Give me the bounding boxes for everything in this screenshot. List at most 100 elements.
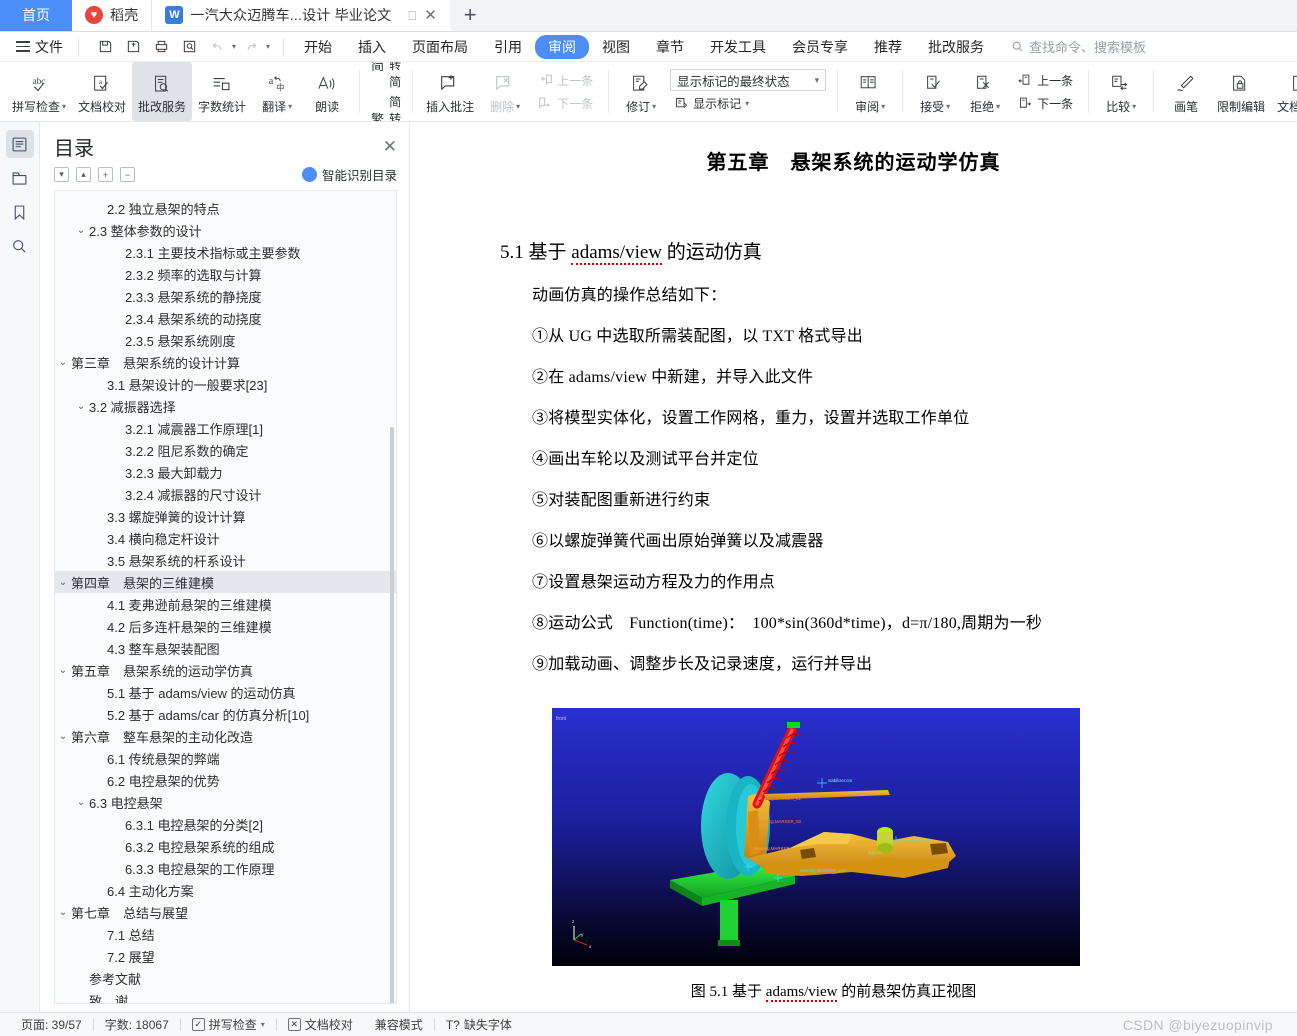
trad-to-simp-button[interactable]: 简 繁转简 [371, 62, 401, 90]
tab-member[interactable]: 会员专享 [779, 35, 861, 59]
redo-icon[interactable] [238, 36, 264, 58]
show-markup-button[interactable]: 显示标记 ▾ [670, 93, 826, 114]
present-icon[interactable]: ⎕ [408, 9, 416, 22]
save-icon[interactable] [92, 36, 118, 58]
outline-item[interactable]: 4.3 整车悬架装配图 [55, 637, 396, 659]
spell-check-status[interactable]: ✓ 拼写检查 ▾ [181, 1016, 276, 1033]
doc-proof-status[interactable]: ✕ 文档校对 [277, 1016, 364, 1033]
tab-page-layout[interactable]: 页面布局 [399, 35, 481, 59]
outline-item[interactable]: 致 谢 [55, 989, 396, 1004]
next-change-button[interactable]: 下一条 [1014, 93, 1077, 114]
outline-item[interactable]: 3.2.2 阻尼系数的确定 [55, 439, 396, 461]
outline-item[interactable]: 4.1 麦弗逊前悬架的三维建模 [55, 593, 396, 615]
outline-item[interactable]: 2.3.4 悬架系统的动挠度 [55, 307, 396, 329]
correction-service-button[interactable]: 批改服务 [132, 62, 193, 121]
search-icon[interactable] [6, 232, 34, 260]
outline-item[interactable]: 6.3.2 电控悬架系统的组成 [55, 835, 396, 857]
tab-view[interactable]: 视图 [589, 35, 643, 59]
collapse-down-button[interactable]: ▾ [54, 167, 69, 182]
outline-item[interactable]: 3.2.3 最大卸载力 [55, 461, 396, 483]
tab-document[interactable]: W 一汽大众迈腾车...设计 毕业论文 ⎕ ✕ [152, 0, 450, 31]
outline-item[interactable]: 参考文献 [55, 967, 396, 989]
compare-button[interactable]: 比较 ▾ [1096, 62, 1146, 121]
outline-item[interactable]: 6.3.1 电控悬架的分类[2] [55, 813, 396, 835]
outline-item[interactable]: 3.4 横向稳定杆设计 [55, 527, 396, 549]
insert-comment-button[interactable]: 插入批注 [420, 62, 480, 121]
outline-item[interactable]: 3.2.1 减震器工作原理[1] [55, 417, 396, 439]
print-icon[interactable] [148, 36, 174, 58]
bookmark-icon[interactable] [6, 198, 34, 226]
outline-item[interactable]: 6.4 主动化方案 [55, 879, 396, 901]
chevron-down-icon[interactable]: ⌄ [55, 357, 71, 368]
tab-references[interactable]: 引用 [481, 35, 535, 59]
outline-item[interactable]: ⌄ 第四章 悬架的三维建模 [55, 571, 396, 593]
undo-icon[interactable] [204, 36, 230, 58]
read-aloud-button[interactable]: 朗读 [302, 62, 352, 121]
tab-insert[interactable]: 插入 [345, 35, 399, 59]
outline-item[interactable]: 5.2 基于 adams/car 的仿真分析[10] [55, 703, 396, 725]
tab-chapter[interactable]: 章节 [643, 35, 697, 59]
smart-outline-button[interactable]: 智能识别目录 [301, 165, 397, 184]
chevron-down-icon[interactable]: ⌄ [73, 797, 89, 808]
command-search[interactable]: 查找命令、搜索模板 [1011, 37, 1146, 56]
simp-to-trad-button[interactable]: 繁 简转繁 [371, 93, 401, 121]
reject-button[interactable]: 拒绝 ▾ [960, 62, 1010, 121]
spell-check-button[interactable]: abc 拼写检查 ▾ [6, 62, 72, 121]
outline-icon[interactable] [5, 130, 34, 158]
chevron-down-icon[interactable]: ⌄ [55, 731, 71, 742]
outline-item[interactable]: 4.2 后多连杆悬架的三维建模 [55, 615, 396, 637]
compat-mode-status[interactable]: 兼容模式 [364, 1016, 434, 1033]
tab-review[interactable]: 审阅 [535, 34, 590, 59]
outline-item[interactable]: 3.5 悬架系统的杆系设计 [55, 549, 396, 571]
new-tab-button[interactable]: + [450, 3, 491, 26]
undo-caret-icon[interactable]: ▾ [232, 42, 236, 51]
outline-item[interactable]: 3.3 螺旋弹簧的设计计算 [55, 505, 396, 527]
outline-scrollbar[interactable] [390, 427, 394, 1003]
outline-item[interactable]: 2.3.3 悬架系统的静挠度 [55, 285, 396, 307]
outline-item[interactable]: ⌄ 第六章 整车悬架的主动化改造 [55, 725, 396, 747]
outline-item[interactable]: ⌄ 3.2 减振器选择 [55, 395, 396, 417]
doc-proof-button[interactable]: a 文档校对 [72, 62, 132, 121]
outline-close-icon[interactable]: ✕ [383, 138, 397, 155]
tab-correction-service[interactable]: 批改服务 [915, 35, 997, 59]
collapse-all-button[interactable]: − [120, 167, 135, 182]
outline-item[interactable]: ⌄ 第七章 总结与展望 [55, 901, 396, 923]
chevron-down-icon[interactable]: ⌄ [55, 907, 71, 918]
tab-start[interactable]: 开始 [291, 35, 345, 59]
word-count-indicator[interactable]: 字数: 18067 [94, 1016, 180, 1033]
outline-item[interactable]: 5.1 基于 adams/view 的运动仿真 [55, 681, 396, 703]
translate-button[interactable]: a 中 翻译 ▾ [252, 62, 302, 121]
tab-dev-tools[interactable]: 开发工具 [697, 35, 779, 59]
file-menu-button[interactable]: 文件 [8, 37, 71, 57]
close-icon[interactable]: ✕ [424, 8, 437, 23]
print-preview-icon[interactable] [176, 36, 202, 58]
save-as-icon[interactable] [120, 36, 146, 58]
outline-item[interactable]: ⌄ 第五章 悬架系统的运动学仿真 [55, 659, 396, 681]
tab-home[interactable]: 首页 [0, 0, 72, 31]
chevron-down-icon[interactable]: ⌄ [55, 665, 71, 676]
outline-item[interactable]: 2.3.2 频率的选取与计算 [55, 263, 396, 285]
markup-state-select[interactable]: 显示标记的最终状态 ▾ [670, 69, 827, 91]
outline-item[interactable]: ⌄ 6.3 电控悬架 [55, 791, 396, 813]
word-count-button[interactable]: 字数统计 [192, 62, 252, 121]
chevron-down-icon[interactable]: ⌄ [73, 225, 89, 236]
outline-item[interactable]: 3.2.4 减振器的尺寸设计 [55, 483, 396, 505]
tab-daoke[interactable]: ♥ 稻壳 [72, 0, 153, 31]
outline-list[interactable]: 2.2 独立悬架的特点 ⌄ 2.3 整体参数的设计 2.3.1 主要技术指标或主要参数… [54, 190, 397, 1004]
accept-button[interactable]: 接受 ▾ [910, 62, 960, 121]
delete-comment-button[interactable]: 删除 ▾ [480, 62, 530, 121]
outline-item[interactable]: 2.3.5 悬架系统刚度 [55, 329, 396, 351]
chevron-down-icon[interactable]: ⌄ [55, 577, 71, 588]
outline-item[interactable]: 6.3.3 电控悬架的工作原理 [55, 857, 396, 879]
outline-item[interactable]: 6.2 电控悬架的优势 [55, 769, 396, 791]
next-comment-button[interactable]: 下一条 [534, 93, 597, 114]
outline-item[interactable]: 6.1 传统悬架的弊端 [55, 747, 396, 769]
outline-item[interactable]: 2.2 独立悬架的特点 [55, 197, 396, 219]
outline-item[interactable]: ⌄ 2.3 整体参数的设计 [55, 219, 396, 241]
outline-item[interactable]: 3.1 悬架设计的一般要求[23] [55, 373, 396, 395]
brush-button[interactable]: 画笔 [1161, 62, 1211, 121]
restrict-edit-button[interactable]: 限制编辑 [1211, 62, 1271, 121]
page-indicator[interactable]: 页面: 39/57 [10, 1016, 93, 1033]
chevron-down-icon[interactable]: ⌄ [73, 401, 89, 412]
tab-recommend[interactable]: 推荐 [861, 35, 915, 59]
